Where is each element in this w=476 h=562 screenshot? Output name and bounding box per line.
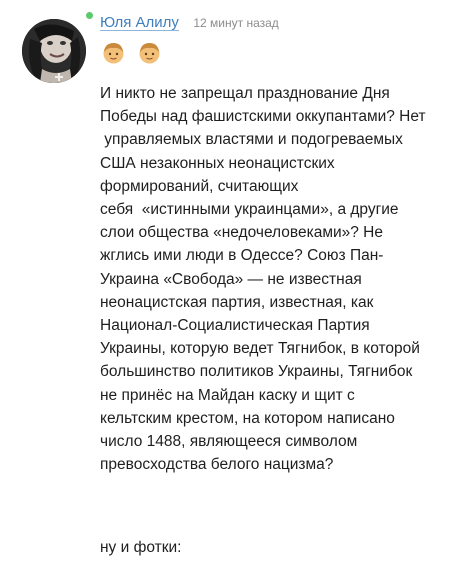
comment-line: слои общества «недочеловеками»? Не — [100, 224, 383, 242]
comment-line: превосходства белого нацизма? — [100, 456, 334, 474]
comment-line: Украина «Свобода» — не известная — [100, 270, 362, 288]
comment-line: управляемых властями и подогреваемых — [100, 131, 403, 149]
comment-line: неонацистская партия, известная, как — [100, 293, 374, 311]
comment-line: кельтским крестом, на котором написано — [100, 409, 395, 427]
comment-line: Украины, которую ведет Тягнибок, в котор… — [100, 340, 420, 358]
comment-line: Национал-Социалистическая Партия — [100, 317, 370, 335]
comment-text: И никто не запрещал празднование Дня Поб… — [100, 82, 440, 476]
comment-line: число 1488, являющееся символом — [100, 433, 358, 451]
online-status-dot — [86, 12, 93, 19]
comment-second-paragraph: ну и фотки: — [100, 539, 182, 556]
author-link[interactable]: Юля Алилу — [100, 14, 179, 31]
comment: Юля Алилу 12 минут назад И никто не запр… — [0, 0, 476, 562]
comment-line: жглись ими люди в Одессе? Союз Пан- — [100, 247, 384, 265]
boy-emoji-icon[interactable] — [137, 40, 162, 65]
comment-line: большинство политиков Украины, Тягнибок — [100, 363, 413, 381]
comment-line: И никто не запрещал празднование Дня — [100, 85, 390, 102]
boy-emoji-icon[interactable] — [101, 40, 126, 65]
comment-line: не принёс на Майдан каску и щит с — [100, 386, 355, 404]
avatar-photo — [22, 19, 86, 83]
comment-line: себя «истинными украинцами», а другие — [100, 201, 399, 219]
comment-line: США незаконных неонацистских — [100, 154, 335, 172]
avatar[interactable] — [22, 19, 86, 83]
badges — [101, 40, 169, 66]
comment-line: формирований, считающих — [100, 177, 299, 195]
timestamp: 12 минут назад — [193, 16, 279, 30]
comment-line: Победы над фашистскими оккупантами? Нет — [100, 108, 426, 126]
comment-header: Юля Алилу 12 минут назад — [100, 14, 279, 34]
